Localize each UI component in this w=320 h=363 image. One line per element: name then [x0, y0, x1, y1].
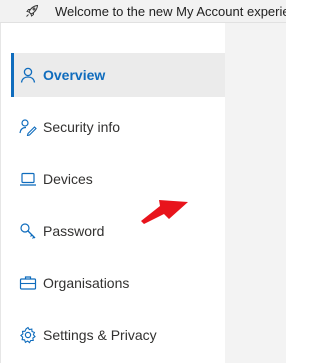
sidebar-item-label: Password	[43, 223, 105, 239]
sidebar-item-settings-privacy[interactable]: Settings & Privacy	[11, 313, 226, 357]
security-info-icon	[19, 119, 37, 136]
person-icon	[20, 67, 36, 83]
key-icon	[20, 223, 36, 239]
sidebar-item-label: Devices	[43, 171, 93, 187]
sidebar-item-label: Settings & Privacy	[43, 327, 157, 343]
briefcase-icon	[19, 276, 37, 290]
sidebar-item-security-info[interactable]: Security info	[11, 105, 226, 149]
sidebar-item-label: Security info	[43, 119, 121, 135]
rocket-icon	[26, 4, 39, 17]
welcome-banner[interactable]: Welcome to the new My Account experience	[0, 0, 286, 23]
sidebar-item-devices[interactable]: Devices	[11, 157, 226, 201]
laptop-icon	[20, 172, 36, 186]
sidebar-item-label: Overview	[43, 67, 106, 83]
sidebar: Overview Security info Devices Password	[0, 23, 226, 363]
sidebar-item-password[interactable]: Password	[11, 209, 226, 253]
red-arrow-icon	[141, 200, 188, 224]
sidebar-item-overview[interactable]: Overview	[11, 53, 226, 97]
main-content	[225, 23, 286, 363]
sidebar-item-label: Organisations	[43, 275, 130, 291]
banner-text: Welcome to the new My Account experience	[55, 3, 286, 19]
sidebar-item-organisations[interactable]: Organisations	[11, 261, 226, 305]
gear-icon	[20, 326, 36, 344]
